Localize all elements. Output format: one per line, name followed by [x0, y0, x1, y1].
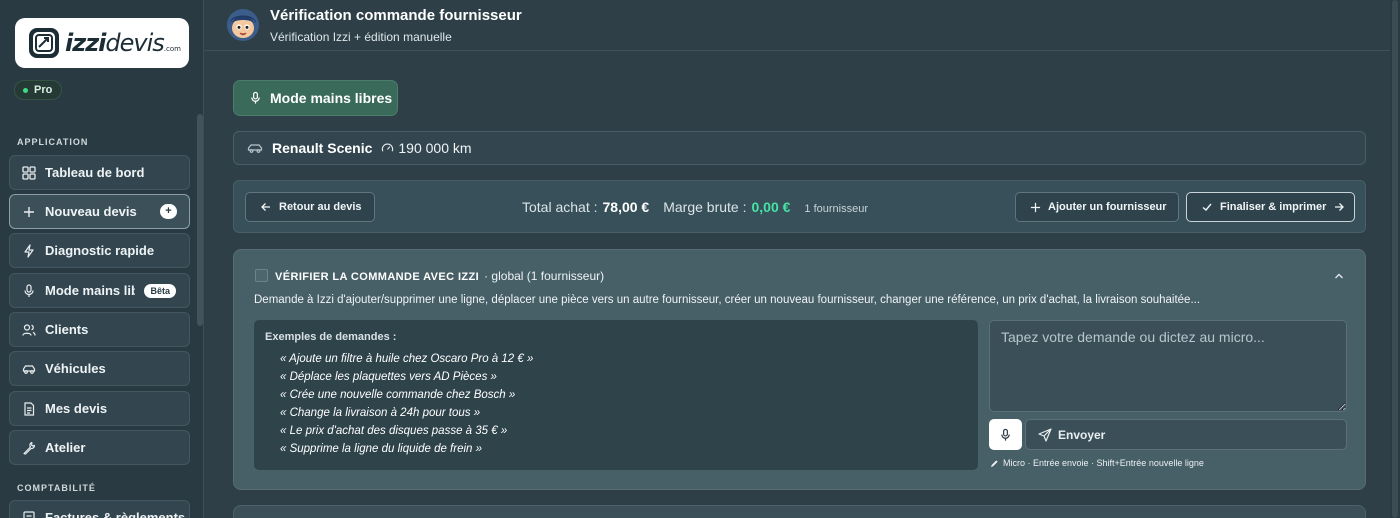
assistant-avatar-icon: [227, 9, 259, 41]
sidebar-item-label: Clients: [45, 322, 89, 337]
microphone-button[interactable]: [989, 419, 1022, 450]
section-application: APPLICATION: [17, 137, 89, 147]
add-supplier-button[interactable]: Ajouter un fournisseur: [1015, 192, 1179, 222]
verify-checkbox[interactable]: [255, 269, 268, 282]
example-item: « Déplace les plaquettes vers AD Pièces …: [280, 371, 497, 383]
sidebar-item-new-quote[interactable]: Nouveau devis +: [9, 194, 190, 229]
example-item: « Le prix d'achat des disques passe à 35…: [280, 425, 508, 437]
sidebar-item-invoices[interactable]: Factures & règlements: [9, 500, 190, 518]
send-icon: [1038, 427, 1052, 442]
sidebar-item-clients[interactable]: Clients: [9, 312, 190, 347]
plan-badge-label: Pro: [34, 84, 53, 96]
logo-wordmark: izzidevis.com: [65, 29, 181, 57]
users-icon: [22, 323, 36, 336]
example-item: « Crée une nouvelle commande chez Bosch …: [280, 389, 516, 401]
page-subtitle: Vérification Izzi + édition manuelle: [270, 30, 452, 44]
verify-order-panel: VÉRIFIER LA COMMANDE AVEC IZZI · global (…: [233, 249, 1366, 490]
logo[interactable]: izzidevis.com: [15, 18, 189, 68]
sidebar-item-label: Véhicules: [45, 361, 106, 376]
finalize-print-button[interactable]: Finaliser & imprimer: [1186, 192, 1355, 222]
input-hint-text: Micro · Entrée envoie · Shift+Entrée nou…: [1003, 458, 1204, 468]
request-input[interactable]: [989, 320, 1347, 412]
sidebar-item-hands-free[interactable]: Mode mains libres Bêta: [9, 273, 190, 308]
back-to-quote-button[interactable]: Retour au devis: [245, 192, 375, 222]
vehicle-mileage-value: 190 000 km: [398, 140, 472, 156]
back-to-quote-label: Retour au devis: [279, 201, 362, 213]
next-section-panel: [233, 505, 1366, 518]
beta-badge: Bêta: [144, 284, 176, 298]
send-button[interactable]: Envoyer: [1025, 419, 1347, 450]
sidebar-item-label: Mode mains libres: [45, 283, 135, 298]
lightning-icon: [24, 243, 34, 258]
supplier-count: 1 fournisseur: [804, 203, 869, 215]
verify-panel-title: VÉRIFIER LA COMMANDE AVEC IZZI · global (…: [275, 269, 604, 283]
invoice-icon: [23, 510, 35, 518]
sidebar-item-label: Nouveau devis: [45, 204, 137, 219]
sidebar-item-quick-diagnostic[interactable]: Diagnostic rapide: [9, 233, 190, 268]
order-toolbar: Retour au devis Total achat : 78,00 € Ma…: [233, 180, 1366, 233]
verify-title-text: VÉRIFIER LA COMMANDE AVEC IZZI: [275, 271, 480, 283]
microphone-icon: [251, 91, 260, 104]
finalize-print-label: Finaliser & imprimer: [1220, 201, 1327, 213]
sidebar-item-my-quotes[interactable]: Mes devis: [9, 391, 190, 426]
sidebar: izzidevis.com Pro APPLICATION Tableau de…: [0, 0, 204, 518]
verify-description: Demande à Izzi d'ajouter/supprimer une l…: [254, 294, 1201, 306]
section-comptabilite: COMPTABILITÉ: [17, 483, 96, 493]
plus-icon: [24, 206, 34, 217]
wrench-icon: [23, 441, 36, 455]
send-label: Envoyer: [1058, 427, 1106, 442]
vehicle-mileage: 190 000 km: [381, 140, 472, 156]
order-totals: Total achat : 78,00 € Marge brute : 0,00…: [522, 199, 868, 215]
verify-scope: · global (1 fournisseur): [484, 269, 605, 283]
check-icon: [1202, 203, 1212, 211]
page-header: Vérification commande fournisseur Vérifi…: [205, 0, 1390, 51]
dashboard-icon: [22, 165, 36, 180]
example-item: « Change la livraison à 24h pour tous »: [280, 407, 481, 419]
plan-badge: Pro: [14, 80, 63, 100]
total-label: Total achat :: [522, 199, 598, 215]
sidebar-item-workshop[interactable]: Atelier: [9, 430, 190, 465]
sidebar-item-label: Factures & règlements: [45, 510, 186, 518]
new-badge: +: [160, 204, 177, 219]
page-title: Vérification commande fournisseur: [270, 7, 522, 24]
page-scrollbar-thumb[interactable]: [1392, 0, 1398, 518]
hands-free-mode-button[interactable]: Mode mains libres: [233, 80, 398, 116]
hands-free-mode-label: Mode mains libres: [270, 90, 393, 106]
sidebar-item-label: Mes devis: [45, 401, 108, 416]
sidebar-item-vehicles[interactable]: Véhicules: [9, 351, 190, 386]
add-supplier-label: Ajouter un fournisseur: [1048, 201, 1167, 213]
sidebar-item-label: Tableau de bord: [45, 165, 145, 180]
plus-icon: [1030, 202, 1041, 212]
margin-label: Marge brute :: [663, 199, 747, 215]
margin-value: 0,00 €: [751, 199, 791, 215]
car-icon: [247, 144, 263, 153]
chevron-up-icon[interactable]: [1333, 270, 1345, 282]
status-dot-icon: [23, 87, 28, 93]
sidebar-item-label: Atelier: [45, 440, 86, 455]
gauge-icon: [382, 143, 394, 152]
total-value: 78,00 €: [602, 199, 650, 215]
sidebar-item-dashboard[interactable]: Tableau de bord: [9, 155, 190, 190]
input-hint: Micro · Entrée envoie · Shift+Entrée nou…: [990, 458, 1204, 468]
microphone-icon: [24, 283, 34, 297]
microphone-icon: [1001, 428, 1010, 441]
car-icon: [22, 364, 36, 374]
sidebar-item-label: Diagnostic rapide: [45, 243, 155, 258]
document-icon: [24, 401, 35, 416]
arrow-left-icon: [261, 203, 270, 211]
vehicle-info-bar: Renault Scenic 190 000 km: [233, 131, 1366, 165]
logo-icon: [29, 28, 59, 58]
examples-title: Exemples de demandes :: [265, 331, 397, 343]
pencil-icon: [990, 459, 998, 467]
example-item: « Supprime la ligne du liquide de frein …: [280, 443, 483, 455]
arrow-right-icon: [1335, 203, 1345, 211]
examples-box: Exemples de demandes : « Ajoute un filtr…: [254, 320, 978, 470]
vehicle-name: Renault Scenic: [272, 140, 373, 156]
sidebar-scrollbar[interactable]: [197, 114, 203, 326]
example-item: « Ajoute un filtre à huile chez Oscaro P…: [280, 353, 534, 365]
